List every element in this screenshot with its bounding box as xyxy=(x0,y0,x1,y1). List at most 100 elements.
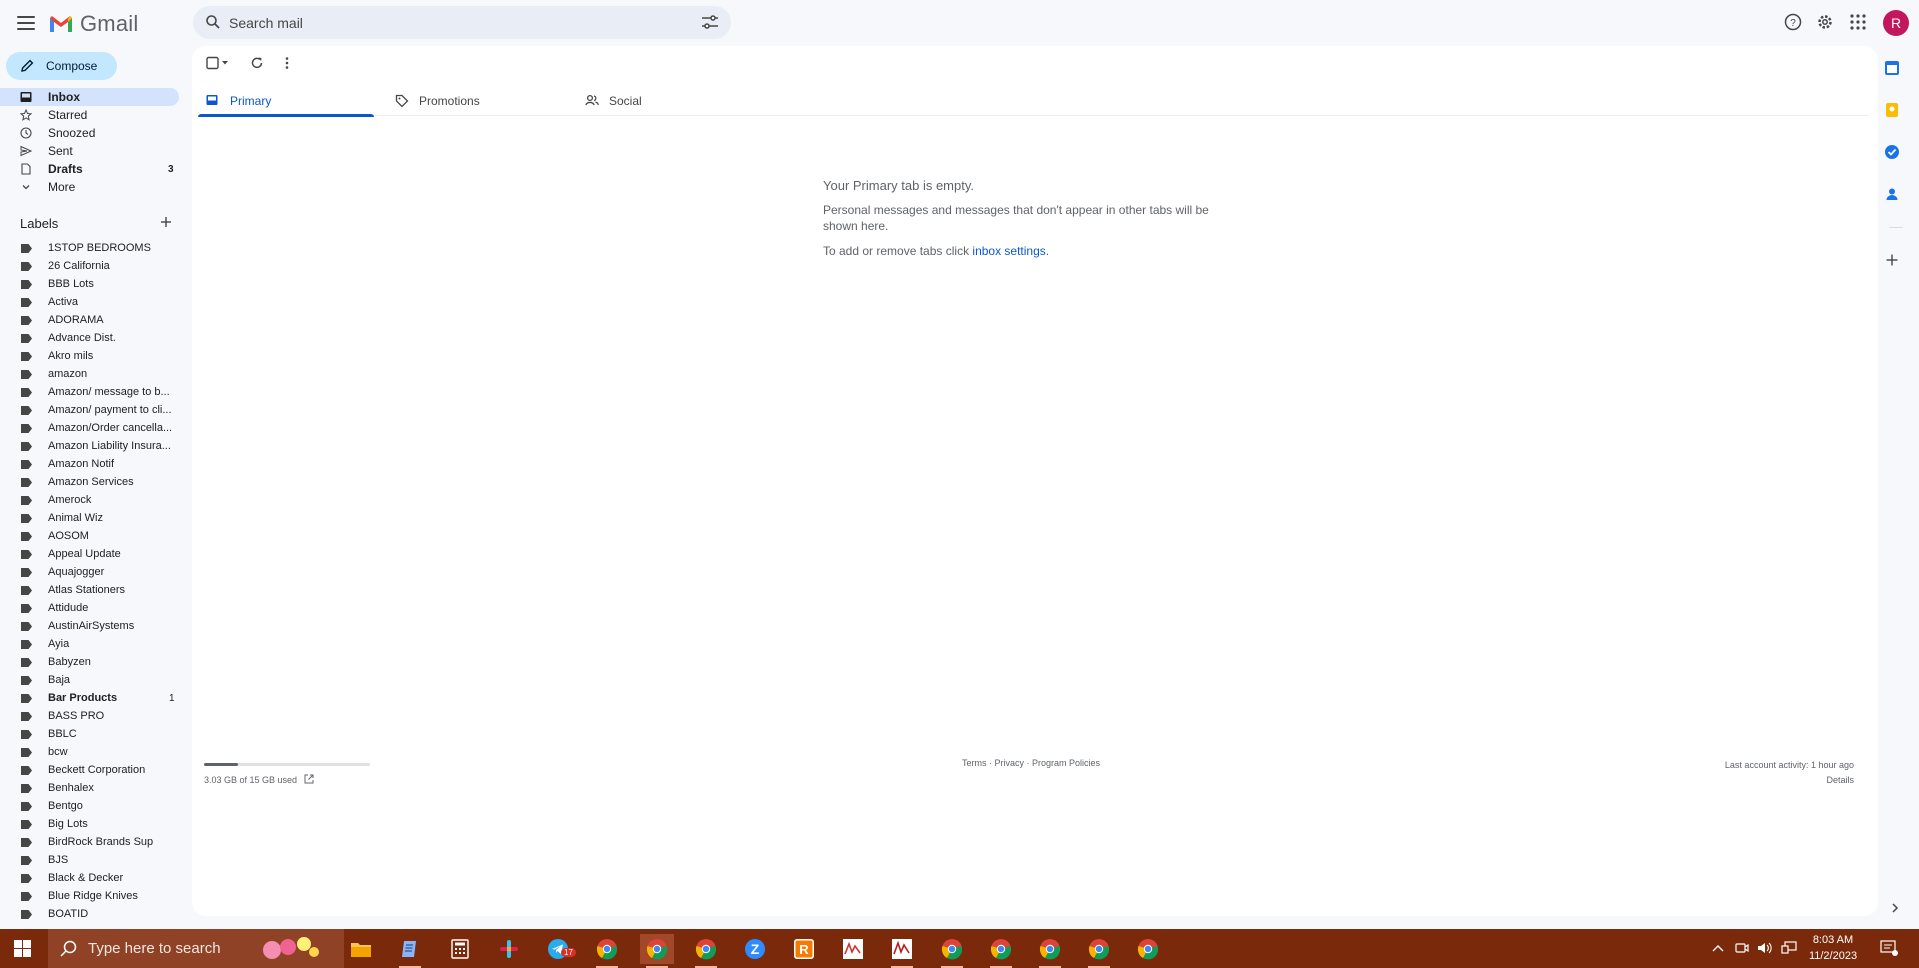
chrome-profile-3-icon[interactable] xyxy=(689,934,723,968)
chevron-right-icon[interactable] xyxy=(1891,902,1899,914)
telegram-icon[interactable]: 17 xyxy=(541,934,576,964)
sidebar-item-drafts[interactable]: Drafts 3 xyxy=(0,160,180,178)
meet-now-icon[interactable] xyxy=(1735,941,1749,955)
r-app-icon[interactable]: R xyxy=(787,934,821,964)
label-item[interactable]: Ayia xyxy=(0,636,180,654)
label-item[interactable]: Amazon Liability Insura... xyxy=(0,438,180,456)
account-avatar[interactable]: R xyxy=(1883,10,1909,36)
empty-title: Your Primary tab is empty. xyxy=(823,178,974,193)
tasks-icon[interactable] xyxy=(1884,144,1900,160)
activity-details-link[interactable]: Details xyxy=(1725,773,1854,788)
chart-app-1-icon[interactable] xyxy=(836,934,870,964)
label-item[interactable]: Appeal Update xyxy=(0,546,180,564)
label-item[interactable]: Animal Wiz xyxy=(0,510,180,528)
label-item[interactable]: BOATID xyxy=(0,906,180,924)
label-tag-icon xyxy=(21,442,32,451)
label-name: BirdRock Brands Sup xyxy=(48,836,154,848)
label-item[interactable]: Advance Dist. xyxy=(0,330,180,348)
label-item[interactable]: BirdRock Brands Sup xyxy=(0,834,180,852)
more-vert-icon[interactable] xyxy=(284,56,290,70)
chrome-profile-1-icon[interactable] xyxy=(590,934,624,968)
label-item[interactable]: Benhalex xyxy=(0,780,180,798)
chrome-icon[interactable] xyxy=(1131,934,1165,964)
label-item[interactable]: Amazon/Order cancella... xyxy=(0,420,180,438)
inbox-settings-link[interactable]: inbox settings xyxy=(972,244,1045,258)
label-item[interactable]: BASS PRO xyxy=(0,708,180,726)
tab-social[interactable]: Social xyxy=(577,86,753,116)
sidebar-item-starred[interactable]: Starred xyxy=(0,106,180,124)
chrome-profile-4-icon[interactable] xyxy=(935,934,969,968)
label-item[interactable]: Attidude xyxy=(0,600,180,618)
label-item[interactable]: Black & Decker xyxy=(0,870,180,888)
select-checkbox-icon[interactable] xyxy=(206,56,230,70)
label-item[interactable]: Beckett Corporation xyxy=(0,762,180,780)
settings-gear-icon[interactable] xyxy=(1816,13,1834,31)
label-item[interactable]: Atlas Stationers xyxy=(0,582,180,600)
gmail-logo[interactable]: Gmail xyxy=(48,11,138,37)
refresh-icon[interactable] xyxy=(250,56,264,70)
keep-icon[interactable] xyxy=(1884,102,1900,118)
slack-icon[interactable] xyxy=(492,934,526,964)
contacts-icon[interactable] xyxy=(1884,186,1900,202)
network-icon[interactable] xyxy=(1781,941,1797,955)
tab-primary[interactable]: Primary xyxy=(198,86,374,117)
search-input[interactable] xyxy=(225,6,665,39)
tab-promotions[interactable]: Promotions xyxy=(387,86,563,116)
apps-grid-icon[interactable] xyxy=(1850,14,1866,30)
label-item[interactable]: Babyzen xyxy=(0,654,180,672)
label-item[interactable]: amazon xyxy=(0,366,180,384)
label-item[interactable]: Baja xyxy=(0,672,180,690)
calculator-icon[interactable] xyxy=(443,934,477,964)
notepad-app-icon[interactable] xyxy=(393,934,427,968)
chrome-profile-5-icon[interactable] xyxy=(984,934,1018,968)
label-item[interactable]: Big Lots xyxy=(0,816,180,834)
search-icon[interactable] xyxy=(205,14,221,30)
label-item[interactable]: Amerock xyxy=(0,492,180,510)
speaker-volume-icon[interactable] xyxy=(1757,941,1773,955)
label-item[interactable]: ADORAMA xyxy=(0,312,180,330)
label-item[interactable]: bcw xyxy=(0,744,180,762)
chart-app-2-icon[interactable] xyxy=(885,934,919,968)
chrome-profile-2-icon[interactable] xyxy=(640,934,674,968)
label-item[interactable]: BJS xyxy=(0,852,180,870)
taskbar-clock[interactable]: 8:03 AM 11/2/2023 xyxy=(1802,932,1864,964)
label-item[interactable]: Akro mils xyxy=(0,348,180,366)
label-item[interactable]: BBB Lots xyxy=(0,276,180,294)
label-item[interactable]: Blue Ridge Knives xyxy=(0,888,180,906)
label-item[interactable]: Amazon Notif xyxy=(0,456,180,474)
label-item[interactable]: Bentgo xyxy=(0,798,180,816)
windows-start-icon[interactable] xyxy=(14,940,31,957)
search-options-icon[interactable] xyxy=(701,14,719,30)
sidebar-item-sent[interactable]: Sent xyxy=(0,142,180,160)
label-item[interactable]: 1STOP BEDROOMS xyxy=(0,240,180,258)
label-item[interactable]: Bar Products 1 xyxy=(0,690,180,708)
calendar-icon[interactable] xyxy=(1884,60,1900,76)
notifications-icon[interactable] xyxy=(1880,940,1898,956)
label-item[interactable]: Aquajogger xyxy=(0,564,180,582)
label-item[interactable]: AustinAirSystems xyxy=(0,618,180,636)
open-external-icon[interactable] xyxy=(304,774,314,784)
label-item[interactable]: Amazon Services xyxy=(0,474,180,492)
chrome-profile-6-icon[interactable] xyxy=(1033,934,1067,968)
main-menu-icon[interactable] xyxy=(14,11,38,35)
label-item[interactable]: AOSOM xyxy=(0,528,180,546)
compose-button[interactable]: Compose xyxy=(6,52,117,80)
tray-chevron-up-icon[interactable] xyxy=(1712,944,1724,952)
taskbar-search[interactable]: Type here to search xyxy=(48,929,344,968)
label-item[interactable]: Activa xyxy=(0,294,180,312)
label-item[interactable]: Amazon/ message to b... xyxy=(0,384,180,402)
sidebar-item-more[interactable]: More xyxy=(0,178,180,196)
label-item[interactable]: Amazon/ payment to cli... xyxy=(0,402,180,420)
label-item[interactable]: BBLC xyxy=(0,726,180,744)
label-item[interactable]: 26 California xyxy=(0,258,180,276)
file-explorer-icon[interactable] xyxy=(344,934,378,964)
footer-links[interactable]: Terms · Privacy · Program Policies xyxy=(962,758,1100,768)
chrome-profile-7-icon[interactable] xyxy=(1082,934,1116,968)
sidebar-item-snoozed[interactable]: Snoozed xyxy=(0,124,180,142)
label-name: Advance Dist. xyxy=(48,332,116,344)
zoom-icon[interactable]: Z xyxy=(738,934,772,964)
add-label-icon[interactable] xyxy=(160,216,172,228)
sidebar-item-inbox[interactable]: Inbox xyxy=(0,88,179,106)
help-icon[interactable]: ? xyxy=(1784,13,1802,31)
add-addon-icon[interactable] xyxy=(1886,254,1898,266)
